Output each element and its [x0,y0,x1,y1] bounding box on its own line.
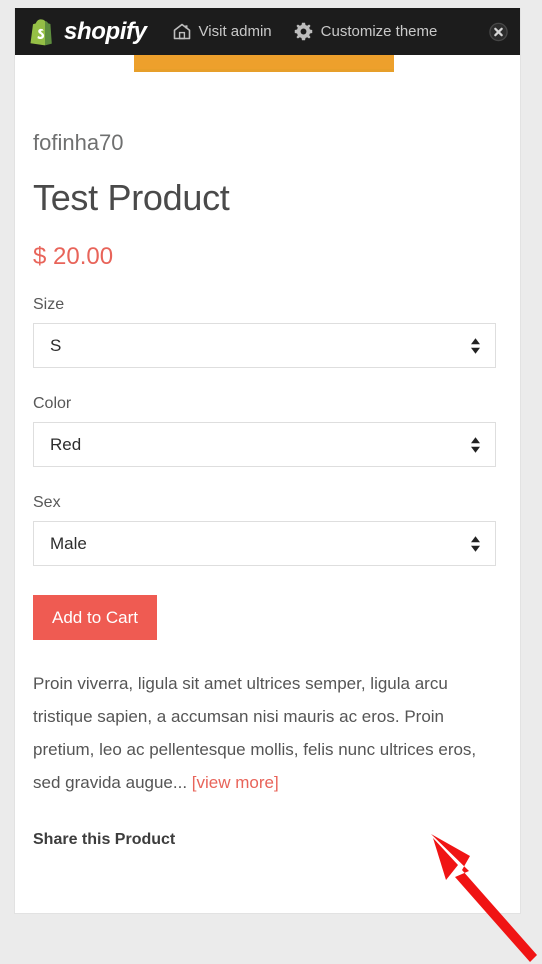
shopify-admin-bar: shopify Visit admin Customize theme [15,8,520,55]
visit-admin-link[interactable]: Visit admin [173,23,272,40]
option-sex: Sex Male [33,494,504,566]
option-color: Color Red [33,395,504,467]
chevron-updown-icon [470,535,481,553]
customize-theme-link[interactable]: Customize theme [294,22,438,41]
storefront-preview-card: shopify Visit admin Customize theme fofi… [14,8,521,914]
shopify-wordmark: shopify [64,17,147,45]
product-price: $ 20.00 [33,243,114,270]
option-size: Size S [33,296,504,368]
color-select-value: Red [50,434,82,454]
share-this-product-heading: Share this Product [33,830,176,848]
admin-bar-links: Visit admin Customize theme [173,22,438,41]
page-title: Test Product [33,177,230,218]
visit-admin-label: Visit admin [198,23,272,40]
option-sex-label: Sex [33,494,61,511]
size-select[interactable]: S [33,323,496,368]
sex-select[interactable]: Male [33,521,496,566]
close-icon[interactable] [489,22,508,41]
option-size-label: Size [33,296,65,313]
product-vendor: fofinha70 [33,130,124,155]
chevron-updown-icon [470,337,481,355]
add-to-cart-button[interactable]: Add to Cart [33,595,157,640]
product-description: Proin viverra, ligula sit amet ultrices … [33,667,503,800]
home-icon [173,23,191,40]
shopify-bag-icon [29,18,55,46]
view-more-link[interactable]: [view more] [192,773,279,792]
color-select[interactable]: Red [33,422,496,467]
product-image-strip [134,55,394,72]
option-color-label: Color [33,395,72,412]
customize-theme-label: Customize theme [320,23,438,40]
page-background: shopify Visit admin Customize theme fofi… [0,0,542,964]
shopify-logo[interactable]: shopify [29,18,147,46]
product-details: fofinha70 Test Product $ 20.00 Size S Co… [15,72,520,849]
gear-icon [294,22,313,41]
chevron-updown-icon [470,436,481,454]
sex-select-value: Male [50,533,87,553]
size-select-value: S [50,335,62,355]
